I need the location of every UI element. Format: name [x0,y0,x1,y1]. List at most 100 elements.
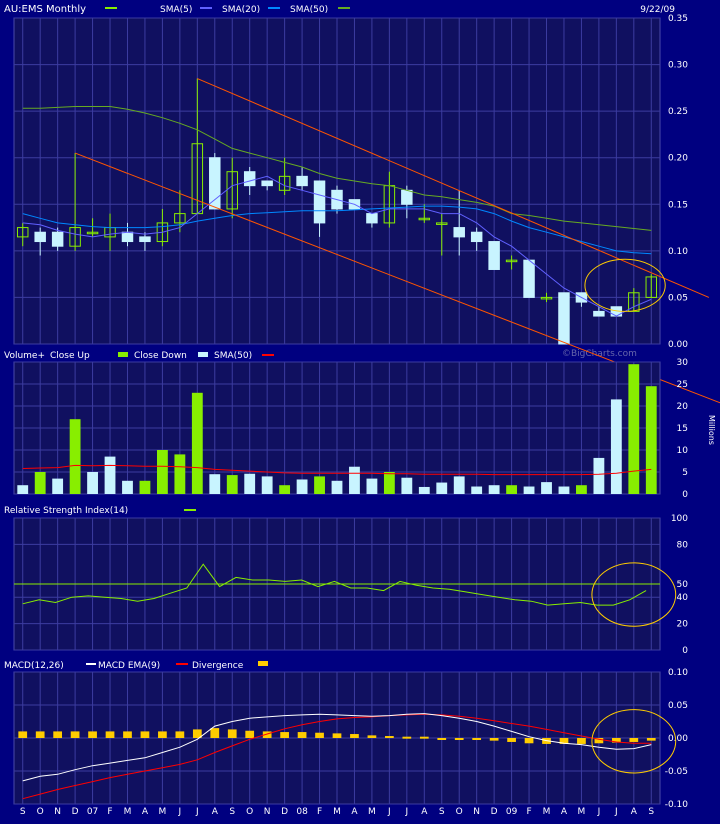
macd-ytick-label: -0.10 [665,800,689,810]
divergence-bar [140,731,150,738]
volume-bar [296,479,308,494]
volume-bar [191,392,203,494]
volume-bar [349,466,360,494]
price-ytick-label: 0.05 [668,293,688,303]
price-candle-body [51,231,64,247]
month-label: S [439,807,445,817]
divergence-bar [175,731,185,738]
divergence-bar [350,734,359,738]
volume-bar [244,473,256,494]
month-label: M [543,807,551,817]
month-label: 07 [87,807,98,817]
volume-legend-close-down: Close Down [134,351,187,361]
legend-sma5: SMA(5) [160,5,192,15]
month-label: N [473,807,480,817]
divergence-bar [53,731,63,738]
watermark: ©BigCharts.com [562,349,637,359]
volume-bar [52,478,64,494]
month-label: M [124,807,132,817]
month-label: F [317,807,322,817]
macd-legend-divergence: Divergence [192,661,244,671]
macd-ytick-label: 0.10 [668,668,688,678]
divergence-swatch [258,661,268,666]
legend-sma50: SMA(50) [290,5,328,15]
macd-legend-ema: MACD EMA(9) [98,661,160,671]
price-candle-body [243,171,256,187]
divergence-bar [18,731,28,738]
price-candle-body [593,310,605,317]
divergence-bar [123,731,132,738]
rsi-ytick-label: 100 [671,514,688,524]
divergence-bar [88,731,97,738]
divergence-bar [489,738,499,741]
volume-bar [104,456,116,494]
macd-ytick-label: -0.05 [665,767,688,777]
rsi-ytick-label: 0 [682,646,688,656]
rsi-ytick-label: 40 [677,593,689,603]
month-label: A [212,807,219,817]
month-label: A [351,807,358,817]
divergence-bar [437,738,447,740]
price-ytick-label: 0.25 [668,107,688,117]
volume-ytick-label: 20 [677,402,689,412]
divergence-bar [70,731,80,738]
price-candle-body [296,175,308,187]
volume-bar [576,485,587,494]
volume-bar [506,485,518,494]
price-candle-body [470,231,483,243]
volume-bar [122,480,133,494]
volume-bar [383,472,395,494]
volume-bar [279,485,291,494]
month-label: O [37,807,44,817]
price-candle-body [488,241,500,270]
volume-ytick-label: 30 [677,358,689,368]
volume-bar [226,475,238,494]
divergence-bar [227,729,237,738]
volume-bar [610,399,622,494]
volume-bar [209,474,221,494]
divergence-bar [629,738,639,742]
volume-bar [436,482,448,494]
month-label: 08 [296,807,308,817]
volume-bar [34,472,46,494]
volume-bar [453,476,465,494]
divergence-bar [646,738,656,741]
volume-bar [471,486,483,494]
month-label: D [72,807,79,817]
volume-bar [541,482,552,494]
rsi-ytick-label: 20 [677,620,689,630]
volume-legend-close-up: Close Up [50,351,90,361]
legend-sma20: SMA(20) [222,5,260,15]
month-label: J [195,807,199,817]
volume-bar [156,450,168,494]
volume-bar [331,480,343,494]
divergence-bar [524,738,534,744]
macd-ytick-label: 0.00 [668,734,688,744]
month-label: S [648,807,654,817]
volume-title: Volume+ [4,351,45,361]
rsi-title: Relative Strength Index(14) [4,506,128,516]
divergence-bar [385,736,394,739]
price-candle-body [558,292,570,345]
month-label: J [178,807,182,817]
month-label: J [614,807,618,817]
price-ytick-label: 0.20 [668,154,688,164]
volume-bar [593,457,605,494]
month-label: N [264,807,271,817]
divergence-bar [402,736,412,739]
volume-bar [17,485,29,494]
price-ytick-label: 0.00 [668,340,688,350]
volume-bar [628,364,640,494]
price-candle-body [121,231,134,243]
volume-bar [418,486,430,494]
month-label: D [491,807,498,817]
macd-title: MACD(12,26) [4,661,64,671]
month-label: S [229,807,235,817]
chart-canvas: AU:EMS Monthly 9/22/09 SMA(5) SMA(20) SM… [4,4,720,817]
divergence-bar [454,738,464,740]
month-label: A [631,807,638,817]
price-ytick-label: 0.10 [668,247,688,257]
volume-bar [314,476,325,494]
volume-ytick-label: 15 [677,424,688,434]
divergence-bar [210,728,220,738]
